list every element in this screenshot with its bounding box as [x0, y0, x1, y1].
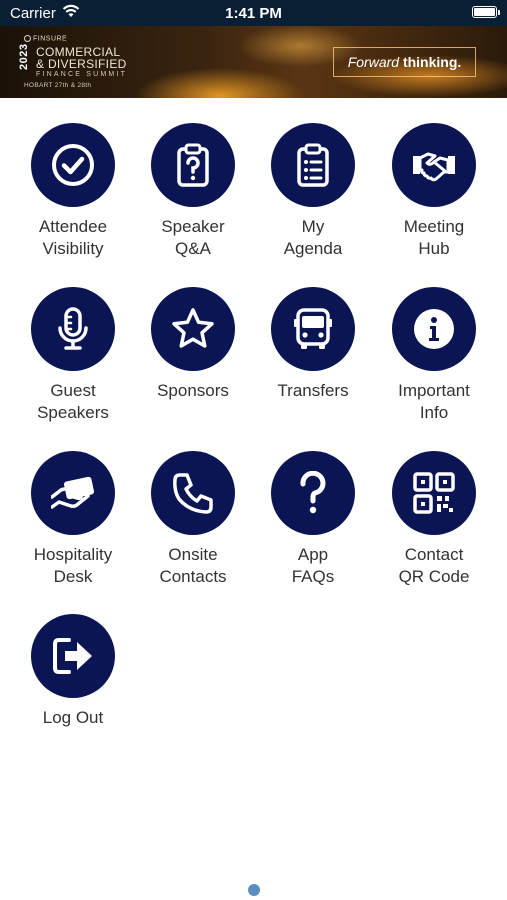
info-icon — [392, 287, 476, 371]
menu-sponsors[interactable]: Sponsors — [133, 287, 253, 402]
menu-label: My Agenda — [283, 217, 343, 258]
menu-transfers[interactable]: Transfers — [253, 287, 373, 402]
menu-label: Important Info — [398, 381, 470, 422]
menu-label: Hospitality Desk — [33, 545, 113, 586]
menu-onsite-contacts[interactable]: Onsite Contacts — [133, 451, 253, 588]
menu-speaker-qa[interactable]: Speaker Q&A — [133, 123, 253, 260]
microphone-icon — [31, 287, 115, 371]
menu-meeting-hub[interactable]: Meeting Hub — [374, 123, 494, 260]
menu-label: Sponsors — [157, 381, 229, 400]
battery-icon — [472, 6, 500, 18]
menu-contact-qr-code[interactable]: Contact QR Code — [374, 451, 494, 588]
menu-my-agenda[interactable]: My Agenda — [253, 123, 373, 260]
banner-title-line2: & DIVERSIFIED — [36, 57, 127, 71]
clipboard-question-icon — [151, 123, 235, 207]
banner-tagline: Forward thinking. — [333, 47, 476, 77]
status-time: 1:41 PM — [225, 5, 282, 22]
status-bar: Carrier 1:41 PM — [0, 0, 507, 26]
event-banner: FINSURE 2023 COMMERCIAL & DIVERSIFIED FI… — [0, 26, 507, 98]
menu-label: Speaker Q&A — [161, 217, 225, 258]
menu-hospitality-desk[interactable]: Hospitality Desk — [13, 451, 133, 588]
menu-label: Guest Speakers — [37, 381, 109, 422]
question-mark-icon — [271, 451, 355, 535]
menu-log-out[interactable]: Log Out — [13, 614, 133, 729]
banner-title-line3: FINANCE SUMMIT — [36, 71, 128, 78]
menu-app-faqs[interactable]: App FAQs — [253, 451, 373, 588]
menu-label: Onsite Contacts — [159, 545, 227, 586]
page-indicator-dot[interactable] — [248, 884, 260, 896]
menu-label: Transfers — [277, 381, 349, 400]
handshake-icon — [392, 123, 476, 207]
logout-icon — [31, 614, 115, 698]
menu-label: App FAQs — [291, 545, 335, 586]
menu-guest-speakers[interactable]: Guest Speakers — [13, 287, 133, 424]
hand-holding-card-icon — [31, 451, 115, 535]
bus-icon — [271, 287, 355, 371]
banner-year: 2023 — [18, 43, 30, 70]
menu-label: Attendee Visibility — [38, 217, 108, 258]
brand-logo: FINSURE — [24, 35, 67, 42]
menu-label: Log Out — [42, 708, 104, 727]
menu-attendee-visibility[interactable]: Attendee Visibility — [13, 123, 133, 260]
phone-icon — [151, 451, 235, 535]
check-circle-icon — [31, 123, 115, 207]
banner-dates: HOBART 27th & 28th — [24, 82, 92, 89]
star-icon — [151, 287, 235, 371]
clipboard-list-icon — [271, 123, 355, 207]
menu-label: Contact QR Code — [398, 545, 470, 586]
menu-label: Meeting Hub — [403, 217, 465, 258]
qr-code-icon — [392, 451, 476, 535]
menu-important-info[interactable]: Important Info — [374, 287, 494, 424]
